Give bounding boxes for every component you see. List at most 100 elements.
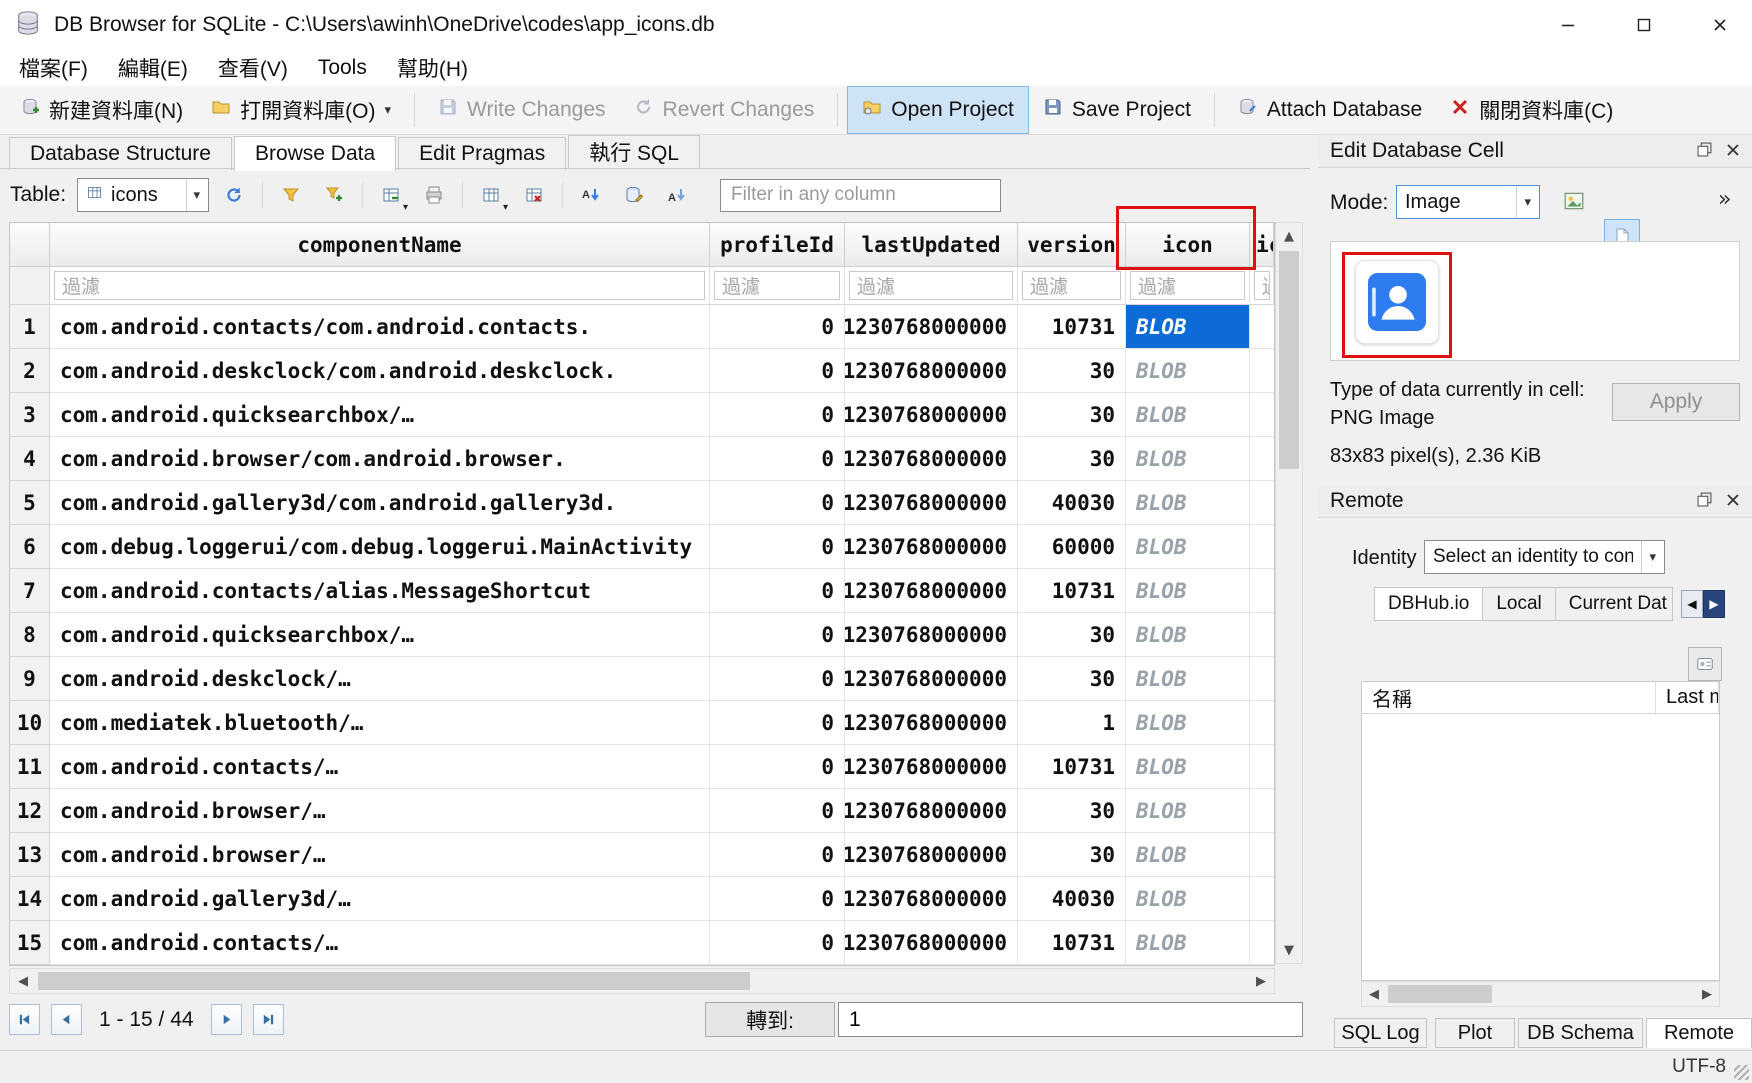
cell-icon[interactable]: BLOB xyxy=(1126,481,1250,525)
row-number[interactable]: 3 xyxy=(10,393,50,437)
cell-profileId[interactable]: 0 xyxy=(710,393,845,437)
cell-profileId[interactable]: 0 xyxy=(710,613,845,657)
horizontal-scroll-thumb[interactable] xyxy=(38,972,750,990)
tab-edit-pragmas[interactable]: Edit Pragmas xyxy=(398,137,566,170)
cell-overflow[interactable] xyxy=(1250,525,1274,569)
save-project-button[interactable]: Save Project xyxy=(1029,86,1205,134)
filter-lastUpdated[interactable]: 過濾 xyxy=(845,267,1018,305)
cell-icon[interactable]: BLOB xyxy=(1126,657,1250,701)
tab-current-database[interactable]: Current Dat xyxy=(1555,587,1673,621)
tab-sql-log[interactable]: SQL Log xyxy=(1334,1018,1427,1048)
cell-profileId[interactable]: 0 xyxy=(710,789,845,833)
filter-version[interactable]: 過濾 xyxy=(1018,267,1126,305)
row-number[interactable]: 7 xyxy=(10,569,50,613)
cell-overflow[interactable] xyxy=(1250,921,1274,965)
cell-overflow[interactable] xyxy=(1250,437,1274,481)
cell-version[interactable]: 10731 xyxy=(1018,569,1126,613)
cell-componentName[interactable]: com.android.contacts/… xyxy=(50,921,710,965)
open-database-button[interactable]: 打開資料庫(O) ▾ xyxy=(197,86,405,134)
cell-version[interactable]: 10731 xyxy=(1018,745,1126,789)
menu-item-file[interactable]: 檔案(F) xyxy=(4,50,103,86)
cell-componentName[interactable]: com.android.gallery3d/com.android.galler… xyxy=(50,481,710,525)
save-table-view-button[interactable]: ▾ xyxy=(473,177,509,213)
cell-version[interactable]: 30 xyxy=(1018,789,1126,833)
cell-version[interactable]: 40030 xyxy=(1018,481,1126,525)
filter-any-column-input[interactable] xyxy=(720,179,1001,212)
new-database-button[interactable]: 新建資料庫(N) xyxy=(6,86,197,134)
cell-icon[interactable]: BLOB xyxy=(1126,789,1250,833)
cell-profileId[interactable]: 0 xyxy=(710,701,845,745)
goto-button[interactable]: 轉到: xyxy=(705,1002,835,1037)
tab-execute-sql[interactable]: 執行 SQL xyxy=(568,135,700,168)
print-button[interactable] xyxy=(416,177,452,213)
cell-overflow[interactable] xyxy=(1250,569,1274,613)
cell-profileId[interactable]: 0 xyxy=(710,437,845,481)
cell-overflow[interactable] xyxy=(1250,657,1274,701)
cell-profileId[interactable]: 0 xyxy=(710,481,845,525)
cell-version[interactable]: 30 xyxy=(1018,393,1126,437)
cell-version[interactable]: 30 xyxy=(1018,833,1126,877)
cell-componentName[interactable]: com.android.deskclock/… xyxy=(50,657,710,701)
cell-overflow[interactable] xyxy=(1250,745,1274,789)
cell-componentName[interactable]: com.android.deskclock/com.android.deskcl… xyxy=(50,349,710,393)
scroll-left-icon[interactable]: ◀ xyxy=(1362,982,1386,1006)
cell-profileId[interactable]: 0 xyxy=(710,525,845,569)
cell-lastUpdated[interactable]: 1230768000000 xyxy=(845,877,1018,921)
cell-componentName[interactable]: com.android.quicksearchbox/… xyxy=(50,613,710,657)
column-header-lastUpdated[interactable]: lastUpdated xyxy=(845,223,1018,267)
last-page-button[interactable] xyxy=(253,1004,284,1035)
cell-profileId[interactable]: 0 xyxy=(710,921,845,965)
cell-profileId[interactable]: 0 xyxy=(710,657,845,701)
cell-lastUpdated[interactable]: 1230768000000 xyxy=(845,305,1018,349)
scroll-down-icon[interactable]: ▼ xyxy=(1276,937,1302,963)
cell-icon[interactable]: BLOB xyxy=(1126,613,1250,657)
cell-icon[interactable]: BLOB xyxy=(1126,393,1250,437)
column-header-componentName[interactable]: componentName xyxy=(50,223,710,267)
cell-icon[interactable]: BLOB xyxy=(1126,437,1250,481)
cell-version[interactable]: 10731 xyxy=(1018,921,1126,965)
write-changes-button[interactable]: Write Changes xyxy=(424,86,620,134)
sort-descending-button[interactable]: A xyxy=(659,177,695,213)
cell-componentName[interactable]: com.android.browser/… xyxy=(50,789,710,833)
grid-horizontal-scrollbar[interactable]: ◀ ▶ xyxy=(9,968,1275,994)
filter-componentName[interactable]: 過濾 xyxy=(50,267,710,305)
cell-overflow[interactable] xyxy=(1250,481,1274,525)
row-number[interactable]: 4 xyxy=(10,437,50,481)
identity-settings-button[interactable] xyxy=(1688,647,1722,681)
cell-profileId[interactable]: 0 xyxy=(710,349,845,393)
cell-profileId[interactable]: 0 xyxy=(710,569,845,613)
row-number[interactable]: 10 xyxy=(10,701,50,745)
row-number[interactable]: 9 xyxy=(10,657,50,701)
cell-lastUpdated[interactable]: 1230768000000 xyxy=(845,789,1018,833)
identity-combobox[interactable]: Select an identity to conne ▾ xyxy=(1424,540,1665,574)
cell-icon[interactable]: BLOB xyxy=(1126,745,1250,789)
maximize-button[interactable] xyxy=(1612,0,1676,50)
toolbar-overflow-icon[interactable]: » xyxy=(1718,187,1731,212)
row-number[interactable]: 5 xyxy=(10,481,50,525)
horizontal-scroll-thumb[interactable] xyxy=(1388,985,1492,1003)
scroll-up-icon[interactable]: ▲ xyxy=(1276,223,1302,249)
cell-icon[interactable]: BLOB xyxy=(1126,921,1250,965)
row-number[interactable]: 14 xyxy=(10,877,50,921)
vertical-scroll-thumb[interactable] xyxy=(1279,251,1299,469)
revert-changes-button[interactable]: Revert Changes xyxy=(620,86,829,134)
cell-icon[interactable]: BLOB xyxy=(1126,525,1250,569)
new-record-button[interactable]: ▾ xyxy=(373,177,409,213)
cell-componentName[interactable]: com.debug.loggerui/com.debug.loggerui.Ma… xyxy=(50,525,710,569)
scroll-left-icon[interactable]: ◀ xyxy=(10,969,36,993)
cell-lastUpdated[interactable]: 1230768000000 xyxy=(845,393,1018,437)
remote-horizontal-scrollbar[interactable]: ◀ ▶ xyxy=(1361,981,1720,1007)
cell-lastUpdated[interactable]: 1230768000000 xyxy=(845,349,1018,393)
cell-version[interactable]: 40030 xyxy=(1018,877,1126,921)
cell-profileId[interactable]: 0 xyxy=(710,877,845,921)
column-header-version[interactable]: version xyxy=(1018,223,1126,267)
row-number[interactable]: 8 xyxy=(10,613,50,657)
filter-clipped[interactable]: 過濾 xyxy=(1250,267,1274,305)
cell-profileId[interactable]: 0 xyxy=(710,833,845,877)
remote-list-header-name[interactable]: 名稱 xyxy=(1362,682,1656,713)
cell-lastUpdated[interactable]: 1230768000000 xyxy=(845,701,1018,745)
tab-plot[interactable]: Plot xyxy=(1435,1018,1515,1048)
menu-item-view[interactable]: 查看(V) xyxy=(203,50,303,86)
apply-button[interactable]: Apply xyxy=(1612,383,1740,421)
tab-local[interactable]: Local xyxy=(1482,587,1555,621)
